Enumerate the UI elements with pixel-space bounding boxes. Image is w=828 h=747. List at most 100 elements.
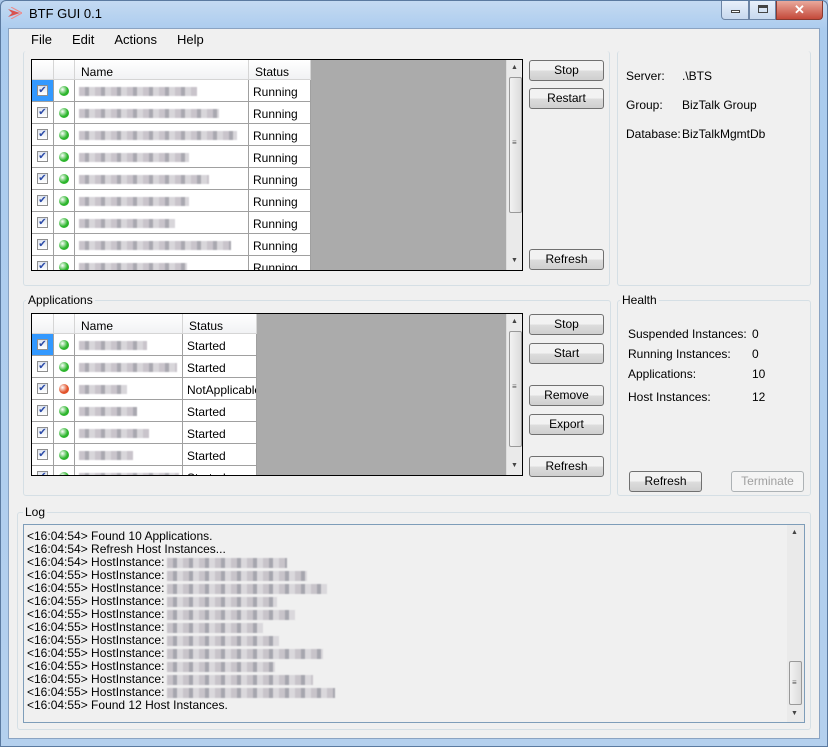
checkbox-cell[interactable]: ✔ [32,400,54,422]
minimize-button[interactable] [721,1,749,20]
menu-help[interactable]: Help [167,33,214,47]
health-value: 0 [752,347,759,361]
redacted-name [79,263,187,270]
scroll-down-icon[interactable]: ▼ [511,462,518,469]
menu-actions[interactable]: Actions [104,33,167,47]
header-status[interactable]: Status [249,60,311,80]
checkbox-cell[interactable]: ✔ [32,190,54,212]
status-cell: Running [249,146,311,168]
log-scrollbar[interactable]: ▲ ≡ ▼ [787,525,804,722]
scroll-up-icon[interactable]: ▲ [791,529,798,536]
close-button[interactable]: ✕ [776,1,823,20]
row-checkbox[interactable]: ✔ [37,85,48,96]
checkbox-cell[interactable]: ✔ [32,256,54,270]
log-line: <16:04:55> HostInstance: [27,659,276,673]
row-checkbox[interactable]: ✔ [37,471,48,475]
redacted-name [79,429,149,438]
row-checkbox[interactable]: ✔ [37,195,48,206]
header-status[interactable]: Status [183,314,257,334]
row-checkbox[interactable]: ✔ [37,427,48,438]
checkbox-cell[interactable]: ✔ [32,334,54,356]
health-refresh-button[interactable]: Refresh [629,471,702,492]
scroll-up-icon[interactable]: ▲ [511,64,518,71]
app-refresh-button[interactable]: Refresh [529,456,604,477]
row-checkbox[interactable]: ✔ [37,217,48,228]
state-cell [54,190,75,212]
host-restart-button[interactable]: Restart [529,88,604,109]
checkbox-cell[interactable]: ✔ [32,124,54,146]
row-checkbox[interactable]: ✔ [37,339,48,350]
host-grid-scrollbar[interactable]: ▲ ≡ ▼ [506,60,522,270]
close-icon: ✕ [794,2,805,17]
scroll-thumb[interactable]: ≡ [509,77,522,213]
header-name[interactable]: Name [75,314,183,334]
row-checkbox[interactable]: ✔ [37,239,48,250]
log-text: <16:04:55> HostInstance: [27,685,165,699]
menu-file[interactable]: File [21,33,62,47]
status-indicator-icon [59,384,69,394]
log-line: <16:04:55> HostInstance: [27,672,314,686]
checkbox-cell[interactable]: ✔ [32,378,54,400]
applications-grid[interactable]: Name Status ▲ ≡ ▼ ✔ Started ✔ Started ✔ NotAp… [31,313,523,476]
checkbox-cell[interactable]: ✔ [32,356,54,378]
minimize-icon [731,10,740,13]
menu-edit[interactable]: Edit [62,33,104,47]
name-cell [75,256,249,270]
row-checkbox[interactable]: ✔ [37,449,48,460]
app-export-button[interactable]: Export [529,414,604,435]
checkbox-cell[interactable]: ✔ [32,146,54,168]
scroll-up-icon[interactable]: ▲ [511,318,518,325]
app-remove-button[interactable]: Remove [529,385,604,406]
state-cell [54,256,75,270]
checkbox-cell[interactable]: ✔ [32,80,54,102]
log-line: <16:04:54> HostInstance: [27,555,288,569]
checkbox-cell[interactable]: ✔ [32,466,54,475]
row-checkbox[interactable]: ✔ [37,361,48,372]
status-cell: Running [249,256,311,270]
scroll-thumb[interactable]: ≡ [509,331,522,447]
row-checkbox[interactable]: ✔ [37,107,48,118]
redacted-host-name [167,570,308,581]
status-cell: Started [183,444,257,466]
redacted-host-name [167,635,280,646]
log-textbox[interactable]: ▲ ≡ ▼ <16:04:54> Found 10 Applications. <… [23,524,805,723]
name-cell [75,378,183,400]
row-checkbox[interactable]: ✔ [37,129,48,140]
health-value: 0 [752,327,759,341]
redacted-name [79,363,177,372]
scroll-thumb[interactable]: ≡ [789,661,802,705]
checkbox-cell[interactable]: ✔ [32,168,54,190]
row-checkbox[interactable]: ✔ [37,405,48,416]
maximize-button[interactable] [749,1,776,20]
status-cell: Running [249,102,311,124]
log-line: <16:04:55> HostInstance: [27,581,328,595]
health-label: Suspended Instances: [628,327,747,341]
redacted-name [79,241,231,250]
checkbox-cell[interactable]: ✔ [32,444,54,466]
checkbox-cell[interactable]: ✔ [32,102,54,124]
status-cell: Running [249,212,311,234]
redacted-name [79,341,147,350]
row-checkbox[interactable]: ✔ [37,151,48,162]
row-checkbox[interactable]: ✔ [37,383,48,394]
terminate-button[interactable]: Terminate [731,471,804,492]
scroll-down-icon[interactable]: ▼ [511,257,518,264]
row-checkbox[interactable]: ✔ [37,173,48,184]
row-checkbox[interactable]: ✔ [37,261,48,270]
redacted-host-name [167,583,328,594]
checkbox-cell[interactable]: ✔ [32,234,54,256]
log-line: <16:04:55> HostInstance: [27,607,296,621]
host-refresh-button[interactable]: Refresh [529,249,604,270]
apps-grid-scrollbar[interactable]: ▲ ≡ ▼ [506,314,522,475]
checkbox-cell[interactable]: ✔ [32,422,54,444]
checkbox-cell[interactable]: ✔ [32,212,54,234]
app-stop-button[interactable]: Stop [529,314,604,335]
status-indicator-icon [59,108,69,118]
app-start-button[interactable]: Start [529,343,604,364]
header-name[interactable]: Name [75,60,249,80]
scroll-down-icon[interactable]: ▼ [791,710,798,717]
host-stop-button[interactable]: Stop [529,60,604,81]
host-instances-grid[interactable]: Name Status ▲ ≡ ▼ ✔ Running ✔ Running ✔ Runni… [31,59,523,271]
redacted-name [79,131,237,140]
redacted-name [79,197,189,206]
